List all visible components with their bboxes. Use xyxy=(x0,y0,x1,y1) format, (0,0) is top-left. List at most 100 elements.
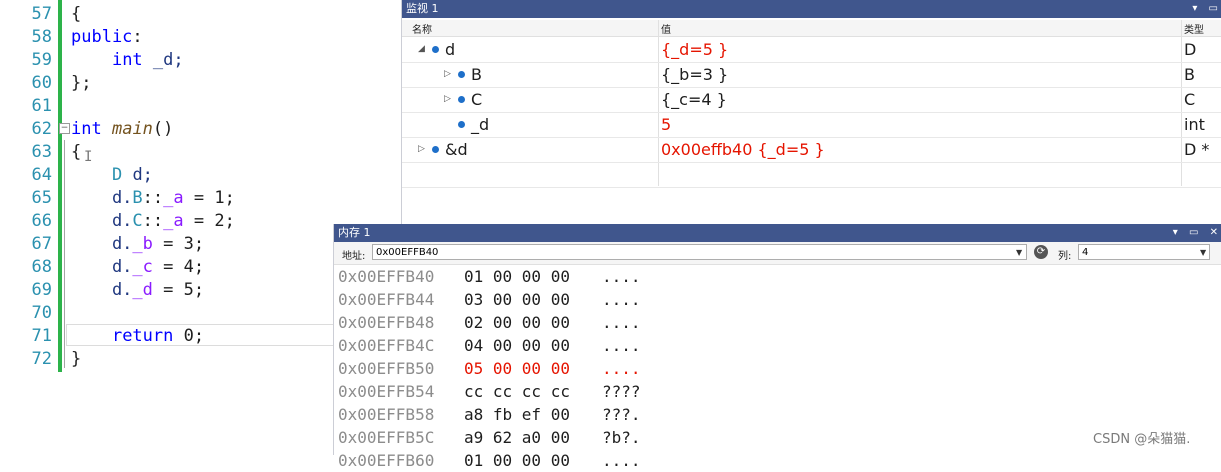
field-icon xyxy=(458,96,465,103)
code-token: :: xyxy=(142,188,164,208)
line-number: 65 xyxy=(31,188,52,208)
columns-select[interactable]: 4 xyxy=(1078,244,1210,260)
field-icon xyxy=(432,46,439,53)
code-token: = xyxy=(152,234,184,254)
code-token: C xyxy=(132,211,143,231)
ibeam-cursor-icon: I xyxy=(84,149,93,165)
column-value-header[interactable]: 值 xyxy=(661,21,671,36)
line-number: 68 xyxy=(31,257,52,277)
code-token: _b xyxy=(132,234,153,254)
memory-address: 0x00EFFB50 xyxy=(338,359,435,378)
memory-address: 0x00EFFB58 xyxy=(338,405,435,424)
code-token: ; xyxy=(193,257,205,277)
memory-bytes: cc cc cc cc xyxy=(464,382,570,401)
code-token: ; xyxy=(224,188,235,208)
code-token: int xyxy=(111,50,143,70)
memory-ascii: ???? xyxy=(602,382,641,401)
maximize-icon[interactable]: ▭ xyxy=(1209,3,1218,14)
expand-toggle-icon[interactable]: ▷ xyxy=(444,87,451,112)
watch-type: B xyxy=(1184,65,1195,84)
watch-value[interactable]: 0x00effb40 {_d=5 } xyxy=(661,137,825,162)
code-token: : xyxy=(132,27,143,47)
watch-name: &d xyxy=(432,137,468,162)
line-number: 58 xyxy=(31,27,52,47)
code-token: B xyxy=(132,188,143,208)
dropdown-arrow-icon[interactable]: ▾ xyxy=(1192,3,1197,14)
code-token: _a xyxy=(163,211,184,231)
memory-address: 0x00EFFB44 xyxy=(338,290,435,309)
change-tracking-bar xyxy=(58,0,62,372)
field-icon xyxy=(458,71,465,78)
watch-name: d xyxy=(432,37,455,62)
expand-toggle-icon[interactable]: ▷ xyxy=(444,62,451,87)
expand-toggle-icon[interactable]: ◢ xyxy=(418,37,425,62)
code-text: } xyxy=(71,348,81,371)
field-icon xyxy=(458,121,465,128)
memory-bytes: 02 00 00 00 xyxy=(464,313,570,332)
line-number: 63 xyxy=(31,142,52,162)
code-token: main xyxy=(111,119,153,139)
memory-window[interactable]: 内存 1 ▾ ▭ ✕ 地址: 0x00EFFB40 ▼ ⟳ 列: 4 ▼ 0x0… xyxy=(333,224,1221,470)
chevron-down-icon[interactable]: ▼ xyxy=(1016,248,1022,257)
watch-row[interactable]: ▷ C {_c=4 } C xyxy=(402,87,1221,113)
watch-row[interactable]: ▷ &d 0x00effb40 {_d=5 } D * xyxy=(402,137,1221,163)
maximize-icon[interactable]: ▭ xyxy=(1189,227,1198,238)
watch-value[interactable]: {_c=4 } xyxy=(661,87,727,112)
watch-value[interactable]: {_d=5 } xyxy=(661,37,728,62)
watch-row[interactable]: _d 5 int xyxy=(402,112,1221,138)
code-token: _d; xyxy=(142,50,184,70)
line-number: 62 xyxy=(31,119,52,139)
collapse-toggle-icon[interactable]: − xyxy=(59,123,70,134)
column-name-header[interactable]: 名称 xyxy=(412,21,432,36)
code-token: = xyxy=(152,280,184,300)
code-token: }; xyxy=(71,73,92,93)
memory-address-bar: 地址: 0x00EFFB40 ▼ ⟳ 列: 4 ▼ xyxy=(334,242,1221,265)
line-number: 67 xyxy=(31,234,52,254)
memory-ascii: .... xyxy=(602,359,641,378)
watch-name-text: B xyxy=(471,65,482,84)
watch-empty-row[interactable] xyxy=(402,162,1221,188)
watch-row[interactable]: ◢ d {_d=5 } D xyxy=(402,37,1221,63)
memory-titlebar[interactable]: 内存 1 ▾ ▭ ✕ xyxy=(334,224,1221,242)
watch-name: C xyxy=(458,87,482,112)
code-token: d. xyxy=(71,257,133,277)
code-token: ; xyxy=(193,234,205,254)
code-token: return xyxy=(111,326,174,346)
watch-value[interactable]: 5 xyxy=(661,112,671,137)
code-token: d. xyxy=(71,234,133,254)
code-token: public xyxy=(71,27,133,47)
memory-ascii: ?b?. xyxy=(602,428,641,447)
code-text: int main() xyxy=(71,118,173,141)
memory-bytes: 01 00 00 00 xyxy=(464,451,570,470)
code-token: _c xyxy=(132,257,153,277)
code-token: 2 xyxy=(214,211,225,231)
watch-titlebar[interactable]: 监视 1 ▾ ▭ xyxy=(402,0,1221,18)
code-token: 4 xyxy=(183,257,194,277)
chevron-down-icon[interactable]: ▼ xyxy=(1200,248,1206,257)
watch-value[interactable]: {_b=3 } xyxy=(661,62,728,87)
memory-bytes: a8 fb ef 00 xyxy=(464,405,570,424)
close-icon[interactable]: ✕ xyxy=(1210,227,1218,238)
columns-label: 列: xyxy=(1058,251,1072,262)
code-text: d._b = 3; xyxy=(71,233,204,256)
code-token: = xyxy=(183,188,215,208)
code-token: 1 xyxy=(214,188,225,208)
code-text: public: xyxy=(71,26,143,49)
watch-row[interactable]: ▷ B {_b=3 } B xyxy=(402,62,1221,88)
watermark: CSDN @朵猫猫. xyxy=(1093,432,1191,447)
watch-name-text: C xyxy=(471,90,483,109)
watch-window[interactable]: 监视 1 ▾ ▭ 名称 值 类型 ◢ d {_d=5 } D ▷ B {_b=3 } B ▷ C {… xyxy=(401,0,1221,224)
memory-bytes: a9 62 a0 00 xyxy=(464,428,570,447)
expand-toggle-icon[interactable]: ▷ xyxy=(418,137,425,162)
watch-type: D * xyxy=(1184,140,1210,159)
code-token: ; xyxy=(193,280,205,300)
memory-ascii: .... xyxy=(602,267,641,286)
dropdown-arrow-icon[interactable]: ▾ xyxy=(1173,227,1178,238)
address-input[interactable]: 0x00EFFB40 xyxy=(372,244,1027,260)
refresh-icon[interactable]: ⟳ xyxy=(1034,245,1048,259)
column-type-header[interactable]: 类型 xyxy=(1184,21,1204,36)
memory-address: 0x00EFFB4C xyxy=(338,336,435,355)
memory-address: 0x00EFFB5C xyxy=(338,428,435,447)
